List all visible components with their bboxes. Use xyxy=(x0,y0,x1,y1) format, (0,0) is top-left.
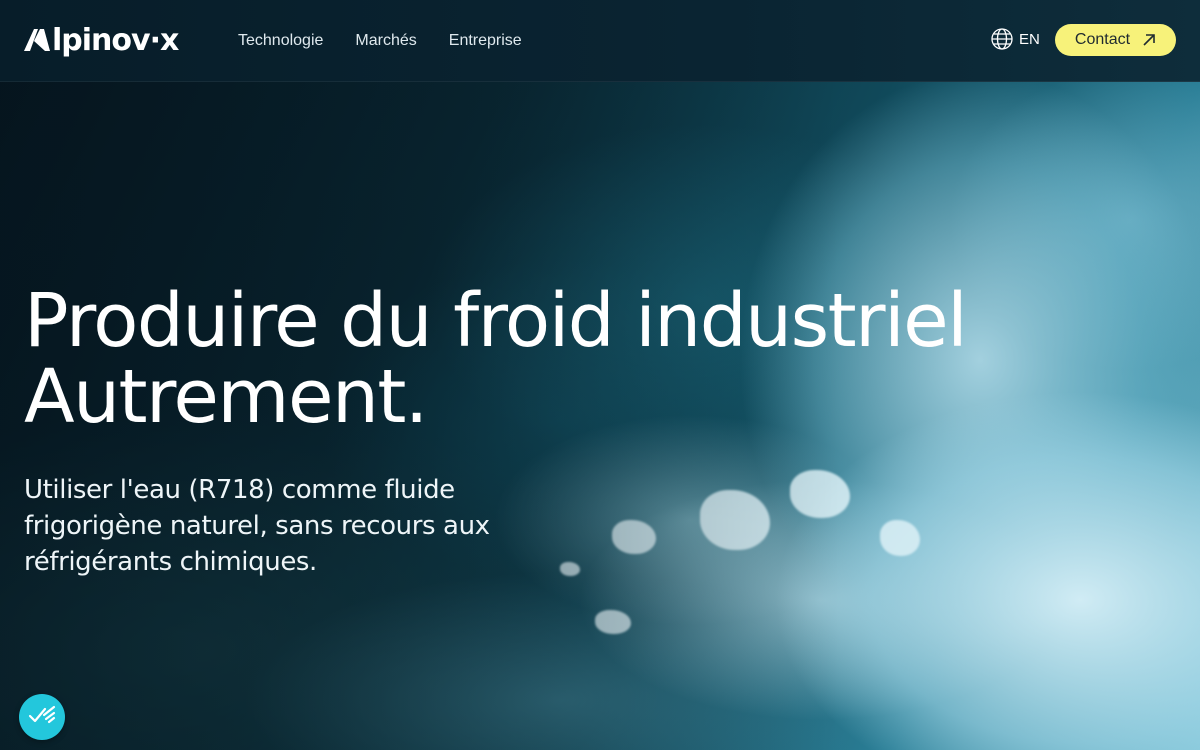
language-label: EN xyxy=(1019,30,1040,48)
contact-button-label: Contact xyxy=(1074,31,1131,48)
hero-title-line-2: Autrement. xyxy=(24,354,428,440)
nav-link-marches[interactable]: Marchés xyxy=(355,32,416,50)
hero-subtitle: Utiliser l'eau (R718) comme fluide frigo… xyxy=(24,475,490,577)
accessibility-checkmark-icon xyxy=(28,705,56,730)
nav-link-technologie[interactable]: Technologie xyxy=(238,32,323,50)
top-navigation-bar: lpinov·x Technologie Marchés Entreprise … xyxy=(0,0,1200,82)
main-nav: Technologie Marchés Entreprise xyxy=(238,0,522,81)
language-switcher[interactable]: EN xyxy=(991,28,1040,50)
logo-mark-icon xyxy=(24,29,50,51)
nav-link-entreprise[interactable]: Entreprise xyxy=(449,32,522,50)
contact-button[interactable]: Contact xyxy=(1055,24,1176,56)
hero-title: Produire du froid industriel Autrement. xyxy=(24,278,968,440)
page: lpinov·x Technologie Marchés Entreprise … xyxy=(0,0,1200,750)
accessibility-badge[interactable] xyxy=(19,694,65,740)
arrow-up-right-icon xyxy=(1142,33,1156,47)
hero-title-line-1: Produire du froid industriel xyxy=(24,278,968,364)
alpinovx-logo[interactable]: lpinov·x xyxy=(24,20,179,60)
globe-icon xyxy=(991,28,1013,50)
logo-text: lpinov·x xyxy=(52,22,179,58)
